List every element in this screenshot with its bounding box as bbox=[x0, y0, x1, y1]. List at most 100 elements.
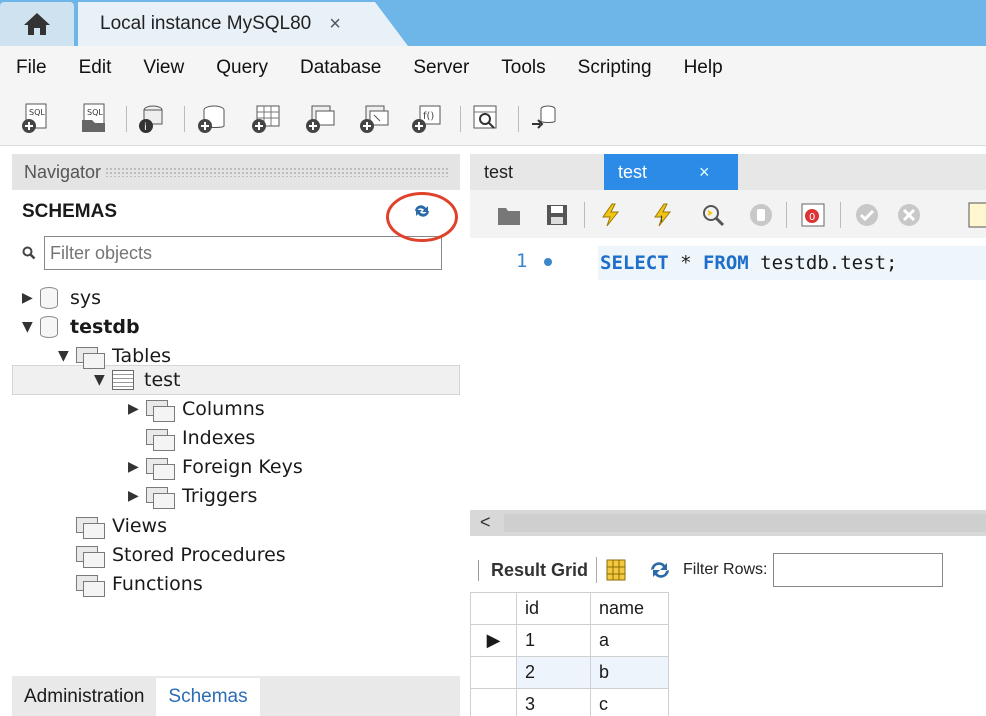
menu-help[interactable]: Help bbox=[684, 57, 723, 79]
column-header-name[interactable]: name bbox=[590, 592, 669, 625]
database-icon bbox=[40, 316, 58, 338]
menu-server[interactable]: Server bbox=[413, 57, 469, 79]
current-row-arrow-icon: ▶ bbox=[470, 624, 517, 657]
refresh-icon[interactable] bbox=[412, 203, 432, 219]
result-table: id name ▶ 1 a 2 b 3 c bbox=[470, 592, 669, 716]
home-icon bbox=[24, 13, 50, 35]
navigator-title: Navigator bbox=[24, 161, 102, 182]
commit-icon[interactable] bbox=[854, 202, 880, 228]
code-line[interactable]: SELECT * FROM testdb.test; bbox=[598, 246, 986, 280]
expand-arrow-icon[interactable]: ▶ bbox=[128, 401, 146, 417]
folder-icon bbox=[76, 544, 105, 568]
menu-tools[interactable]: Tools bbox=[501, 57, 545, 79]
search-icon bbox=[22, 246, 36, 260]
tree-node-triggers[interactable]: ▶ Triggers bbox=[128, 482, 257, 510]
execute-current-icon[interactable]: I bbox=[650, 202, 676, 228]
svg-text:SQL: SQL bbox=[29, 108, 45, 117]
sql-keyword: FROM bbox=[702, 252, 749, 274]
sql-editor[interactable]: 1 SELECT * FROM testdb.test; bbox=[470, 238, 986, 506]
table-cell[interactable]: 3 bbox=[516, 688, 591, 716]
drag-grip[interactable] bbox=[105, 167, 450, 177]
table-row[interactable]: ▶ 1 a bbox=[470, 624, 669, 657]
collapse-arrow-icon[interactable]: ▼ bbox=[22, 319, 40, 335]
table-row[interactable]: 3 c bbox=[470, 688, 669, 716]
table-cell[interactable]: a bbox=[590, 624, 669, 657]
tree-node-test[interactable]: ▼ test bbox=[94, 366, 181, 394]
tab-schemas[interactable]: Schemas bbox=[156, 678, 260, 716]
table-cell[interactable]: 2 bbox=[516, 656, 591, 689]
open-file-icon[interactable] bbox=[496, 202, 522, 228]
create-view-icon[interactable] bbox=[304, 102, 336, 134]
tree-node-columns[interactable]: ▶ Columns bbox=[128, 395, 265, 423]
close-icon[interactable]: × bbox=[329, 13, 341, 36]
stop-icon[interactable] bbox=[748, 202, 774, 228]
home-tab[interactable] bbox=[0, 2, 74, 46]
table-cell[interactable]: c bbox=[590, 688, 669, 716]
tab-administration[interactable]: Administration bbox=[12, 678, 156, 716]
execute-icon[interactable] bbox=[598, 202, 624, 228]
sql-text: testdb.test; bbox=[748, 252, 898, 274]
folder-icon bbox=[146, 485, 175, 509]
menu-file[interactable]: File bbox=[16, 57, 47, 79]
navigator-panel: Navigator SCHEMAS ▶ sys ▼ testdb ▼ Table… bbox=[12, 154, 460, 716]
result-grid-tab[interactable]: Result Grid bbox=[478, 559, 588, 581]
collapse-arrow-icon[interactable]: ▼ bbox=[94, 372, 112, 388]
close-icon[interactable]: × bbox=[699, 162, 710, 183]
expand-arrow-icon[interactable]: ▶ bbox=[22, 290, 40, 306]
new-sql-tab-icon[interactable]: SQL bbox=[20, 102, 52, 134]
tree-node-functions[interactable]: Functions bbox=[58, 570, 203, 598]
rollback-icon[interactable] bbox=[896, 202, 922, 228]
tree-node-views[interactable]: Views bbox=[58, 512, 167, 540]
result-toolbar: Result Grid Filter Rows: bbox=[470, 548, 986, 592]
editor-area: test test × I 0 1 SELECT * FROM testdb.t… bbox=[470, 154, 986, 716]
create-function-icon[interactable]: f() bbox=[410, 102, 442, 134]
autocommit-icon[interactable] bbox=[968, 202, 986, 228]
table-cell[interactable]: 1 bbox=[516, 624, 591, 657]
horizontal-scrollbar[interactable]: < bbox=[470, 510, 986, 536]
reconnect-icon[interactable] bbox=[528, 102, 560, 134]
folder-icon bbox=[76, 573, 105, 597]
connection-tab[interactable]: Local instance MySQL80 × bbox=[78, 2, 408, 46]
tree-label: Columns bbox=[182, 398, 265, 420]
expand-arrow-icon[interactable]: ▶ bbox=[128, 488, 146, 504]
filter-row bbox=[12, 234, 460, 272]
editor-tab-test[interactable]: test bbox=[484, 154, 513, 190]
tree-label: Foreign Keys bbox=[182, 456, 303, 478]
create-schema-icon[interactable] bbox=[196, 102, 228, 134]
filter-objects-input[interactable] bbox=[44, 236, 442, 270]
grid-layout-icon[interactable] bbox=[605, 558, 627, 582]
table-cell[interactable]: b bbox=[590, 656, 669, 689]
stop-on-error-icon[interactable]: 0 bbox=[800, 202, 826, 228]
tree-label: Functions bbox=[112, 573, 203, 595]
tree-node-indexes[interactable]: Indexes bbox=[128, 424, 255, 452]
table-row[interactable]: 2 b bbox=[470, 656, 669, 689]
menu-view[interactable]: View bbox=[143, 57, 184, 79]
menu-database[interactable]: Database bbox=[300, 57, 381, 79]
expand-arrow-icon[interactable]: ▶ bbox=[128, 459, 146, 475]
refresh-icon[interactable] bbox=[647, 560, 673, 580]
tree-node-testdb[interactable]: ▼ testdb bbox=[22, 313, 140, 341]
row-header bbox=[470, 688, 517, 716]
menu-scripting[interactable]: Scripting bbox=[578, 57, 652, 79]
create-table-icon[interactable] bbox=[250, 102, 282, 134]
scroll-left-icon[interactable]: < bbox=[480, 512, 491, 533]
explain-icon[interactable] bbox=[700, 202, 726, 228]
save-icon[interactable] bbox=[544, 202, 570, 228]
title-bar: Local instance MySQL80 × bbox=[0, 0, 986, 46]
menu-query[interactable]: Query bbox=[216, 57, 268, 79]
create-procedure-icon[interactable] bbox=[358, 102, 390, 134]
open-sql-script-icon[interactable]: SQL bbox=[78, 102, 110, 134]
editor-tab-test-active[interactable]: test × bbox=[604, 154, 738, 190]
schema-inspector-icon[interactable]: i bbox=[136, 102, 168, 134]
search-table-data-icon[interactable] bbox=[470, 102, 502, 134]
table-icon bbox=[112, 370, 134, 390]
column-header-id[interactable]: id bbox=[516, 592, 591, 625]
tree-node-stored-procedures[interactable]: Stored Procedures bbox=[58, 541, 286, 569]
tree-node-foreign-keys[interactable]: ▶ Foreign Keys bbox=[128, 453, 303, 481]
filter-rows-input[interactable] bbox=[773, 553, 944, 587]
menu-edit[interactable]: Edit bbox=[79, 57, 112, 79]
tree-label: Triggers bbox=[182, 485, 258, 507]
tree-node-sys[interactable]: ▶ sys bbox=[22, 284, 101, 312]
collapse-arrow-icon[interactable]: ▼ bbox=[58, 348, 76, 364]
scrollbar-track[interactable] bbox=[504, 514, 986, 532]
